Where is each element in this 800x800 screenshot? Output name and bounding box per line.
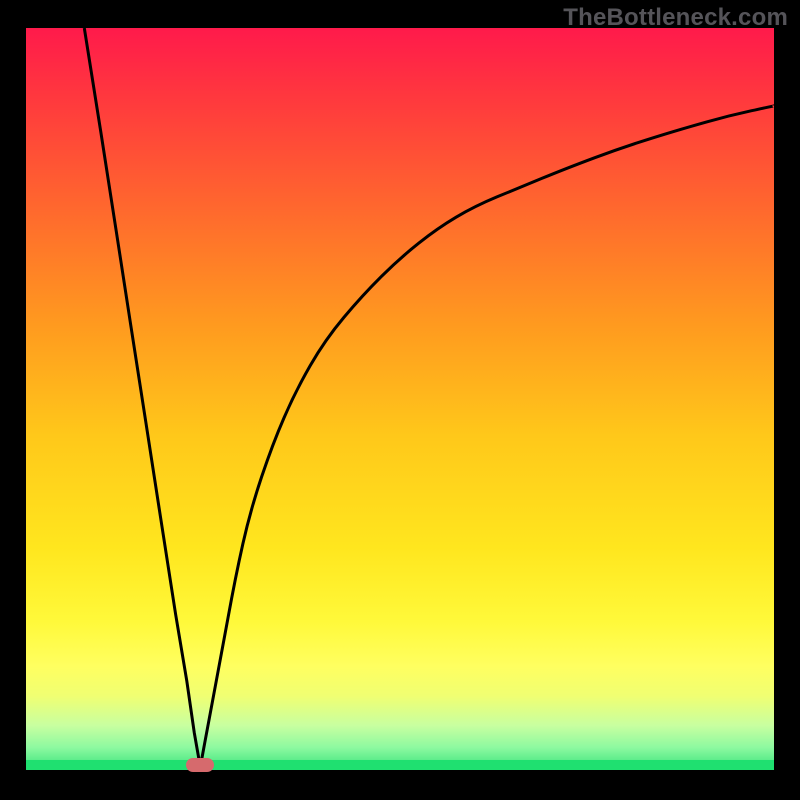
minimum-marker [186,758,214,772]
app-frame: TheBottleneck.com [0,0,800,800]
curve-left-branch [84,28,200,767]
curve-right-branch [200,106,774,767]
bottleneck-curve [26,28,774,770]
plot-area [26,28,774,770]
